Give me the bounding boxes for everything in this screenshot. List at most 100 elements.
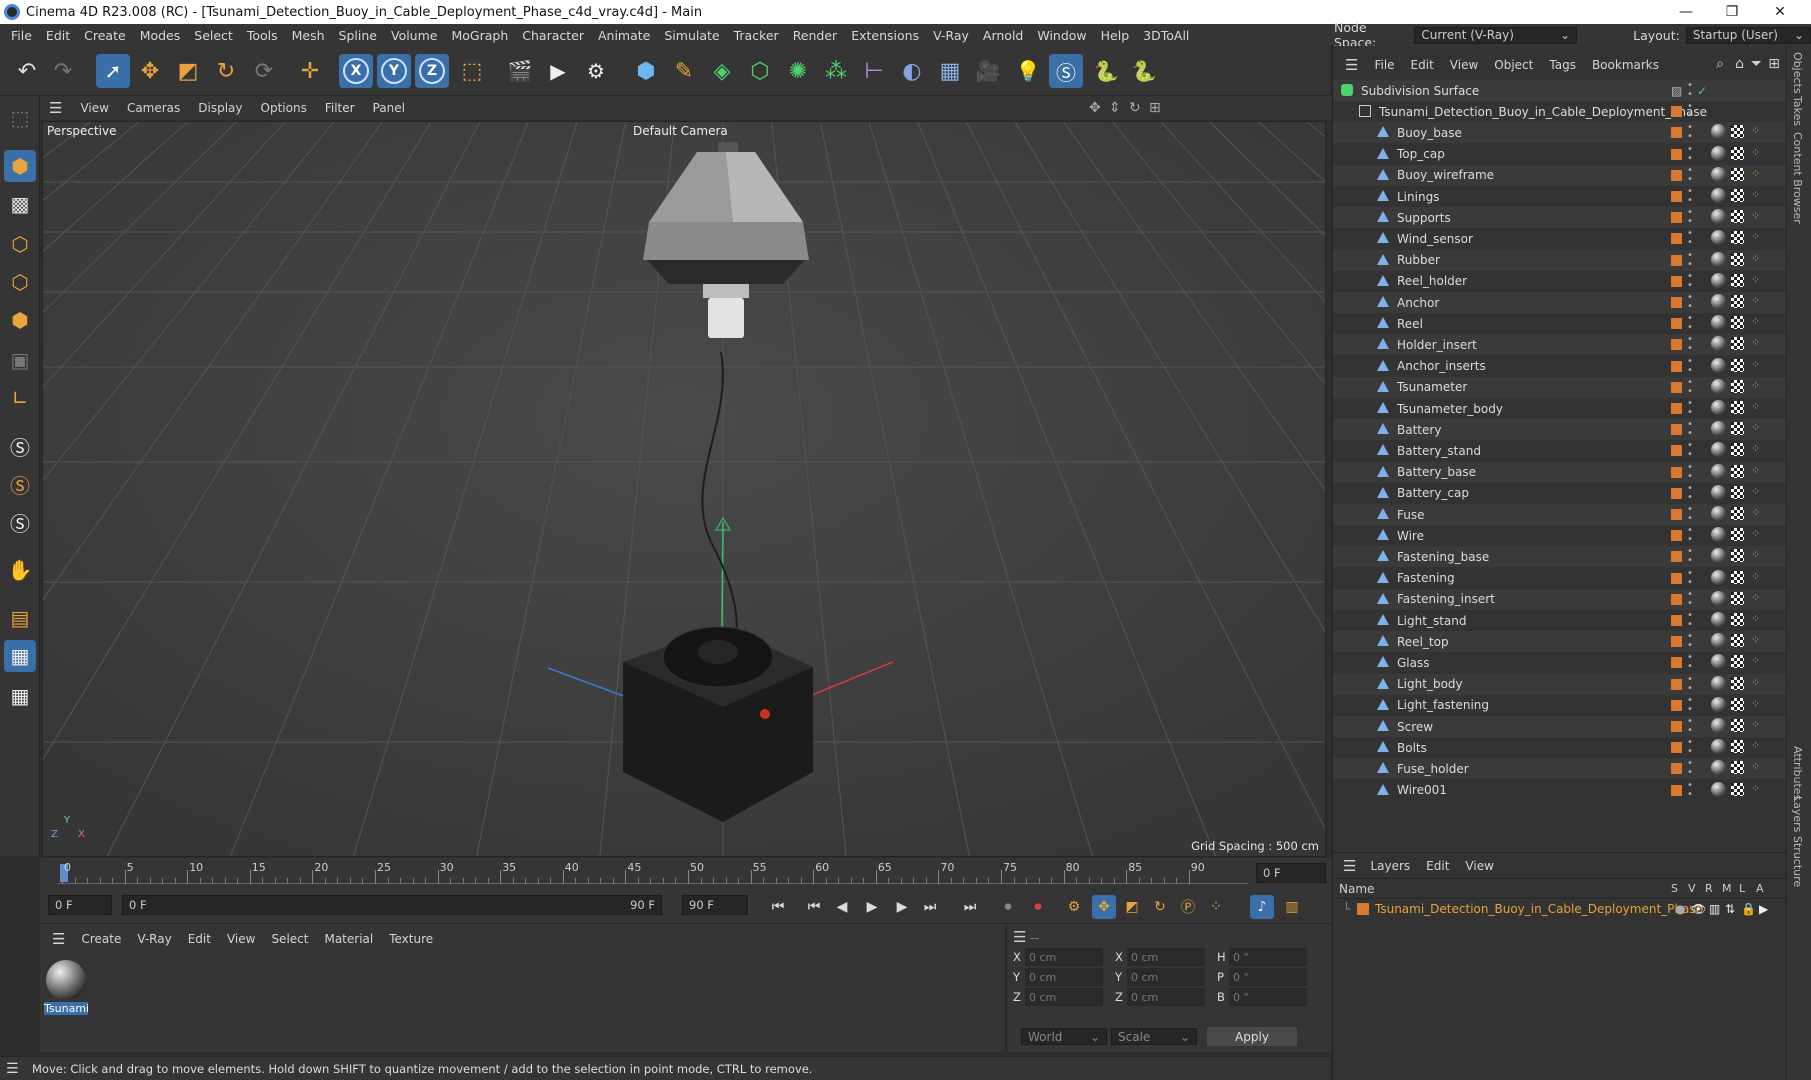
uvw-tag-icon[interactable] (1731, 337, 1744, 351)
layer-color-swatch[interactable] (1671, 530, 1682, 542)
visibility-dots-icon[interactable]: • • (1687, 229, 1693, 248)
vray-tag-icon[interactable]: ⁘ (1751, 400, 1760, 413)
object-menu-bookmarks[interactable]: Bookmarks (1584, 58, 1667, 72)
visibility-dots-icon[interactable]: • • (1687, 611, 1693, 630)
field-button[interactable]: ◐ (895, 54, 929, 88)
subdivision-button[interactable]: ◈ (705, 54, 739, 88)
material-menu-select[interactable]: Select (263, 932, 316, 946)
object-row[interactable]: Anchor • • ⁘ (1333, 292, 1787, 313)
visibility-dots-icon[interactable]: • • (1687, 695, 1693, 714)
menu-volume[interactable]: Volume (384, 28, 445, 43)
vray-tag-icon[interactable]: ⁘ (1751, 485, 1760, 498)
object-row[interactable]: Buoy_base • • ⁘ (1333, 122, 1787, 144)
visibility-dots-icon[interactable]: • • (1687, 420, 1693, 439)
home-icon[interactable]: ⌂ (1735, 56, 1744, 72)
coord-value-field[interactable]: 0 cm (1025, 988, 1103, 1006)
uvw-tag-icon[interactable] (1731, 697, 1744, 711)
object-row[interactable]: Battery • • ⁘ (1333, 419, 1787, 441)
quantize-button[interactable]: Ⓢ (4, 506, 36, 538)
layer-color-swatch[interactable] (1671, 784, 1682, 796)
object-menu-tags[interactable]: Tags (1541, 58, 1584, 72)
layer-color-swatch[interactable] (1671, 297, 1682, 308)
visibility-dots-icon[interactable]: • • (1687, 547, 1693, 566)
vray-tag-icon[interactable]: ⁘ (1751, 230, 1760, 243)
coord-value-field[interactable]: 0 ° (1229, 988, 1307, 1006)
layer-color-swatch[interactable] (1671, 742, 1682, 754)
coordinate-system-button[interactable]: ⬚ (455, 54, 489, 88)
maximize-icon[interactable]: ❐ (1709, 0, 1755, 24)
previous-key-button[interactable]: ⏮ (802, 895, 826, 919)
uvw-tag-icon[interactable] (1731, 443, 1744, 457)
record-button[interactable]: ⏺ (996, 895, 1020, 919)
coordinate-space-dropdown[interactable]: World ⌄ (1021, 1028, 1107, 1045)
tweak-mode-button[interactable]: ✋ (4, 554, 36, 586)
vray-tag-icon[interactable]: ⁘ (1751, 570, 1760, 583)
object-row[interactable]: Fastening • • ⁘ (1333, 568, 1787, 589)
visibility-dots-icon[interactable]: • • (1687, 717, 1693, 736)
uvw-tag-icon[interactable] (1731, 591, 1744, 605)
uvw-tag-icon[interactable] (1731, 401, 1744, 414)
previous-frame-button[interactable]: ◀ (830, 895, 854, 919)
vray-tag-icon[interactable]: ⁘ (1751, 188, 1760, 201)
layer-color-swatch[interactable] (1671, 763, 1682, 775)
timeline-window-button[interactable]: ▥ (1280, 895, 1304, 919)
workplane-button[interactable]: ▤ (4, 602, 36, 634)
layer-color-swatch[interactable] (1671, 509, 1682, 520)
layer-color-swatch[interactable] (1671, 403, 1682, 414)
layer-color-swatch[interactable] (1671, 551, 1682, 563)
python-script-button[interactable]: 🐍 (1089, 54, 1123, 88)
coord-value-field[interactable]: 0 cm (1025, 948, 1103, 966)
visibility-dots-icon[interactable]: • • (1687, 568, 1693, 587)
material-tag-icon[interactable] (1711, 675, 1726, 691)
extrude-button[interactable]: ⬡ (743, 54, 777, 88)
vray-tag-icon[interactable]: ⁘ (1751, 421, 1760, 434)
layer-color-swatch[interactable] (1671, 678, 1682, 690)
material-menu-edit[interactable]: Edit (180, 932, 219, 946)
vray-tag-icon[interactable]: ⁘ (1751, 464, 1760, 477)
scale-tool-button[interactable]: ◩ (171, 54, 205, 88)
layer-color-swatch[interactable] (1671, 466, 1682, 478)
motion-system-button[interactable]: ♪ (1250, 895, 1274, 919)
visibility-dots-icon[interactable]: • • (1687, 165, 1693, 184)
manager-icon[interactable]: ⇅ (1725, 902, 1735, 916)
layer-column-m[interactable]: M (1722, 882, 1739, 895)
vray-tag-icon[interactable]: ⁘ (1751, 315, 1760, 328)
transform-tool-button[interactable]: ✛ (293, 54, 327, 88)
object-row[interactable]: Reel_top • • ⁘ (1333, 631, 1787, 653)
layer-color-swatch[interactable] (1671, 127, 1682, 139)
layer-color-swatch[interactable] (1671, 191, 1682, 202)
layer-color-swatch[interactable] (1671, 339, 1682, 351)
visibility-dots-icon[interactable]: • • (1687, 399, 1693, 418)
object-row[interactable]: Wind_sensor • • ⁘ (1333, 228, 1787, 249)
y-axis-lock-button[interactable]: Y (377, 54, 411, 88)
object-row[interactable]: Light_fastening • • ⁘ (1333, 695, 1787, 716)
end-frame-field[interactable]: 90 F (682, 895, 748, 915)
object-row[interactable]: Rubber • • ⁘ (1333, 249, 1787, 271)
side-tab-structure[interactable]: Structure (1791, 836, 1804, 887)
current-frame-field[interactable]: 0 F (1256, 863, 1326, 883)
node-space-dropdown[interactable]: Current (V-Ray) ⌄ (1414, 26, 1578, 44)
vray-tag-icon[interactable]: ⁘ (1751, 654, 1760, 667)
vray-tag-icon[interactable]: ⁘ (1751, 739, 1760, 752)
material-menu-material[interactable]: Material (316, 932, 381, 946)
lock-icon[interactable]: 🔒 (1741, 902, 1756, 916)
uvw-tag-icon[interactable] (1731, 719, 1744, 732)
object-row[interactable]: Fuse • • ⁘ (1333, 504, 1787, 525)
menu-file[interactable]: File (4, 28, 39, 43)
visibility-dots-icon[interactable]: • • (1687, 632, 1693, 651)
animation-icon[interactable]: ▶ (1759, 902, 1768, 916)
visibility-dots-icon[interactable]: • • (1687, 314, 1693, 333)
visibility-dots-icon[interactable]: • • (1687, 250, 1693, 269)
object-row[interactable]: Bolts • • ⁘ (1333, 737, 1787, 758)
edit-tag-icon[interactable]: ▨ (1671, 84, 1682, 98)
menu-modes[interactable]: Modes (133, 28, 188, 43)
visibility-dots-icon[interactable]: • • (1687, 271, 1693, 290)
uvw-tag-icon[interactable] (1731, 782, 1744, 796)
viewport-menu-display[interactable]: Display (189, 101, 251, 115)
object-row[interactable]: Battery_stand • • ⁘ (1333, 440, 1787, 461)
vray-tag-icon[interactable]: ⁘ (1751, 676, 1760, 689)
layer-menu-layers[interactable]: Layers (1362, 859, 1418, 873)
material-tag-icon[interactable] (1711, 188, 1726, 203)
object-row[interactable]: Reel • • ⁘ (1333, 313, 1787, 334)
layer-column-r[interactable]: R (1705, 882, 1722, 895)
